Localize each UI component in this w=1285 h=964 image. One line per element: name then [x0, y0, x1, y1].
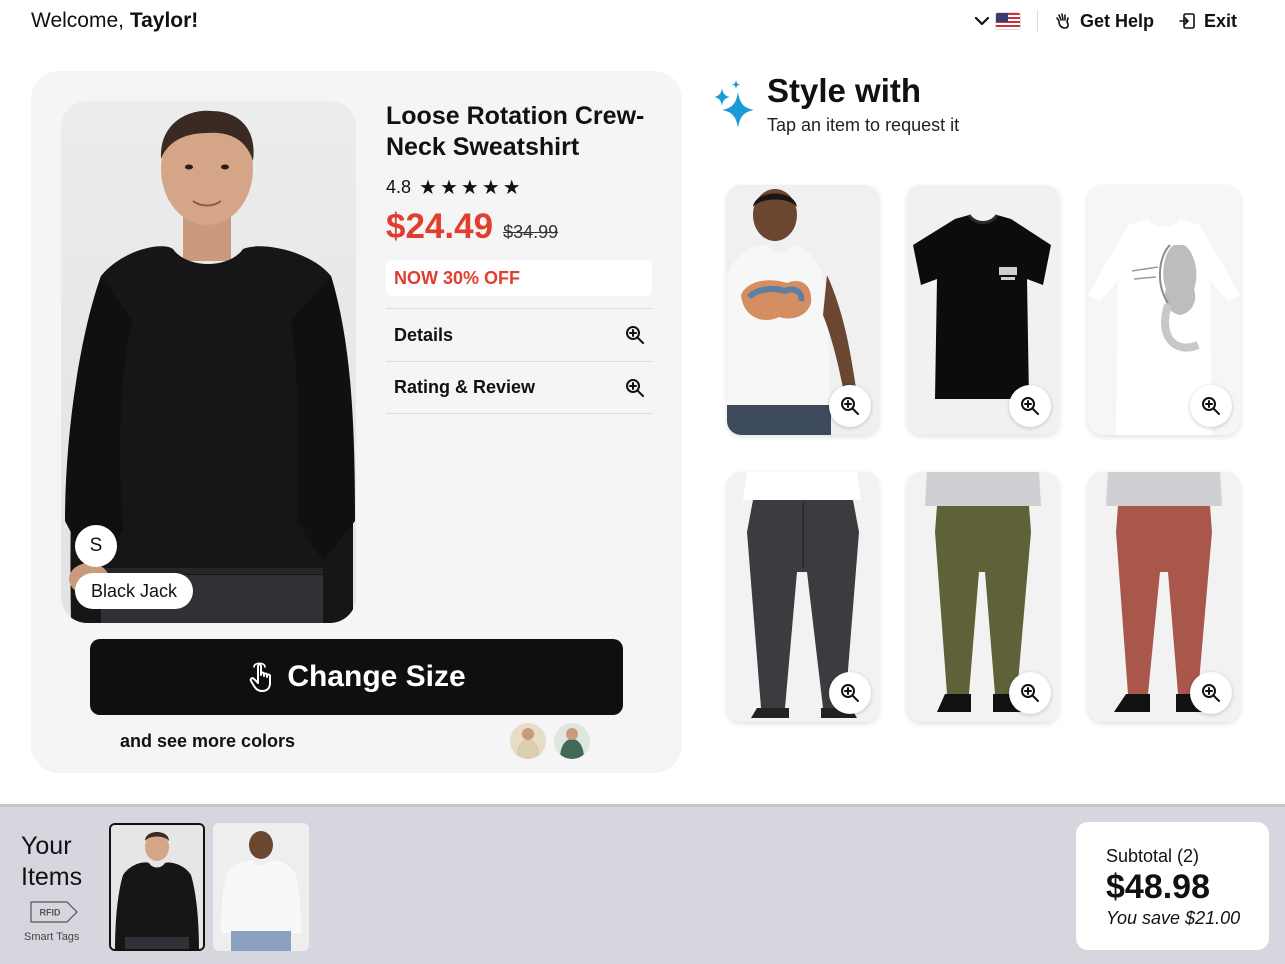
zoom-in-icon: [626, 326, 644, 344]
cart-bar: Your Items RFID Smart Tags Subtotal (2) …: [0, 804, 1285, 964]
style-item-rust-pants[interactable]: [1088, 472, 1240, 722]
exit-label: Exit: [1203, 10, 1237, 31]
smart-tags-label: Smart Tags: [24, 931, 80, 943]
zoom-button[interactable]: [1190, 385, 1232, 427]
rating-value: 4.8: [386, 177, 412, 197]
style-item-olive-pants[interactable]: [907, 472, 1059, 722]
welcome-prefix: Welcome,: [31, 9, 130, 32]
current-price: $24.49: [386, 207, 494, 246]
chevron-down-icon[interactable]: [973, 12, 991, 30]
product-title: Loose Rotation Crew-Neck Sweatshirt: [386, 102, 645, 161]
subtotal-label: Subtotal (2): [1106, 846, 1200, 866]
original-price: $34.99: [503, 222, 559, 242]
change-size-label: Change Size: [287, 660, 466, 693]
sparkle-icon: [714, 80, 754, 128]
zoom-button[interactable]: [829, 385, 871, 427]
tap-hand-icon: [250, 662, 272, 692]
welcome-message: Welcome, Taylor!: [31, 9, 198, 33]
zoom-in-icon: [841, 397, 859, 415]
style-item-black-jeans[interactable]: [727, 472, 879, 722]
us-flag-icon[interactable]: [994, 12, 1021, 30]
cart-item-black-sweatshirt[interactable]: [109, 823, 205, 951]
size-badge: S: [75, 525, 117, 567]
zoom-in-icon: [1021, 684, 1039, 702]
zoom-in-icon: [1021, 397, 1039, 415]
your-items-heading: Your Items: [21, 831, 91, 893]
color-swatch-cream[interactable]: [510, 723, 546, 759]
get-help-label: Get Help: [1079, 10, 1154, 31]
product-card: S Black Jack Loose Rotation Crew-Neck Sw…: [31, 71, 682, 773]
rating-stars: ★★★★★: [419, 177, 524, 199]
header-actions: Get Help Exit: [973, 8, 1237, 34]
zoom-button[interactable]: [1009, 385, 1051, 427]
product-rating: 4.8 ★★★★★: [386, 175, 524, 200]
savings-text: You save $21.00: [1106, 908, 1241, 928]
style-item-black-tee[interactable]: [907, 185, 1059, 435]
change-size-button[interactable]: Change Size: [90, 639, 623, 715]
price-row: $24.49 $34.99: [386, 207, 558, 247]
zoom-in-icon: [1202, 684, 1220, 702]
hand-wave-icon: [1056, 13, 1069, 29]
your-items-label: Your Items: [21, 832, 83, 891]
exit-button[interactable]: Exit: [1178, 11, 1237, 32]
user-name: Taylor!: [129, 9, 199, 32]
style-item-white-portrait-tee[interactable]: [1088, 185, 1240, 435]
details-label: Details: [394, 324, 454, 345]
details-row[interactable]: Details: [386, 308, 653, 361]
rfid-label: RFID: [40, 908, 61, 918]
subtotal-card: Subtotal (2) $48.98 You save $21.00: [1076, 822, 1269, 950]
rating-review-label: Rating & Review: [394, 377, 536, 397]
color-badge: Black Jack: [75, 573, 194, 609]
zoom-button[interactable]: [1190, 672, 1232, 714]
zoom-button[interactable]: [829, 672, 871, 714]
top-header: Welcome, Taylor! Get Help Exit: [0, 0, 1285, 44]
style-item-white-bear-tee[interactable]: [727, 185, 879, 435]
get-help-button[interactable]: Get Help: [1054, 11, 1154, 32]
rfid-tag-icon: RFID: [30, 901, 78, 923]
style-with-subtitle: Tap an item to request it: [767, 115, 960, 135]
zoom-in-icon: [1202, 397, 1220, 415]
color-swatch-green[interactable]: [554, 723, 590, 759]
zoom-in-icon: [841, 684, 859, 702]
style-with-title: Style with: [767, 72, 922, 109]
product-image: S Black Jack: [61, 101, 356, 623]
exit-icon: [1179, 13, 1195, 29]
discount-badge: NOW 30% OFF: [386, 260, 652, 296]
more-colors-text: and see more colors: [120, 731, 296, 751]
header-divider: [1036, 10, 1038, 32]
rating-review-row[interactable]: Rating & Review: [386, 361, 653, 414]
subtotal-amount: $48.98: [1106, 868, 1210, 906]
zoom-in-icon: [626, 378, 644, 397]
zoom-button[interactable]: [1009, 672, 1051, 714]
cart-item-white-sweatshirt[interactable]: [213, 823, 309, 951]
